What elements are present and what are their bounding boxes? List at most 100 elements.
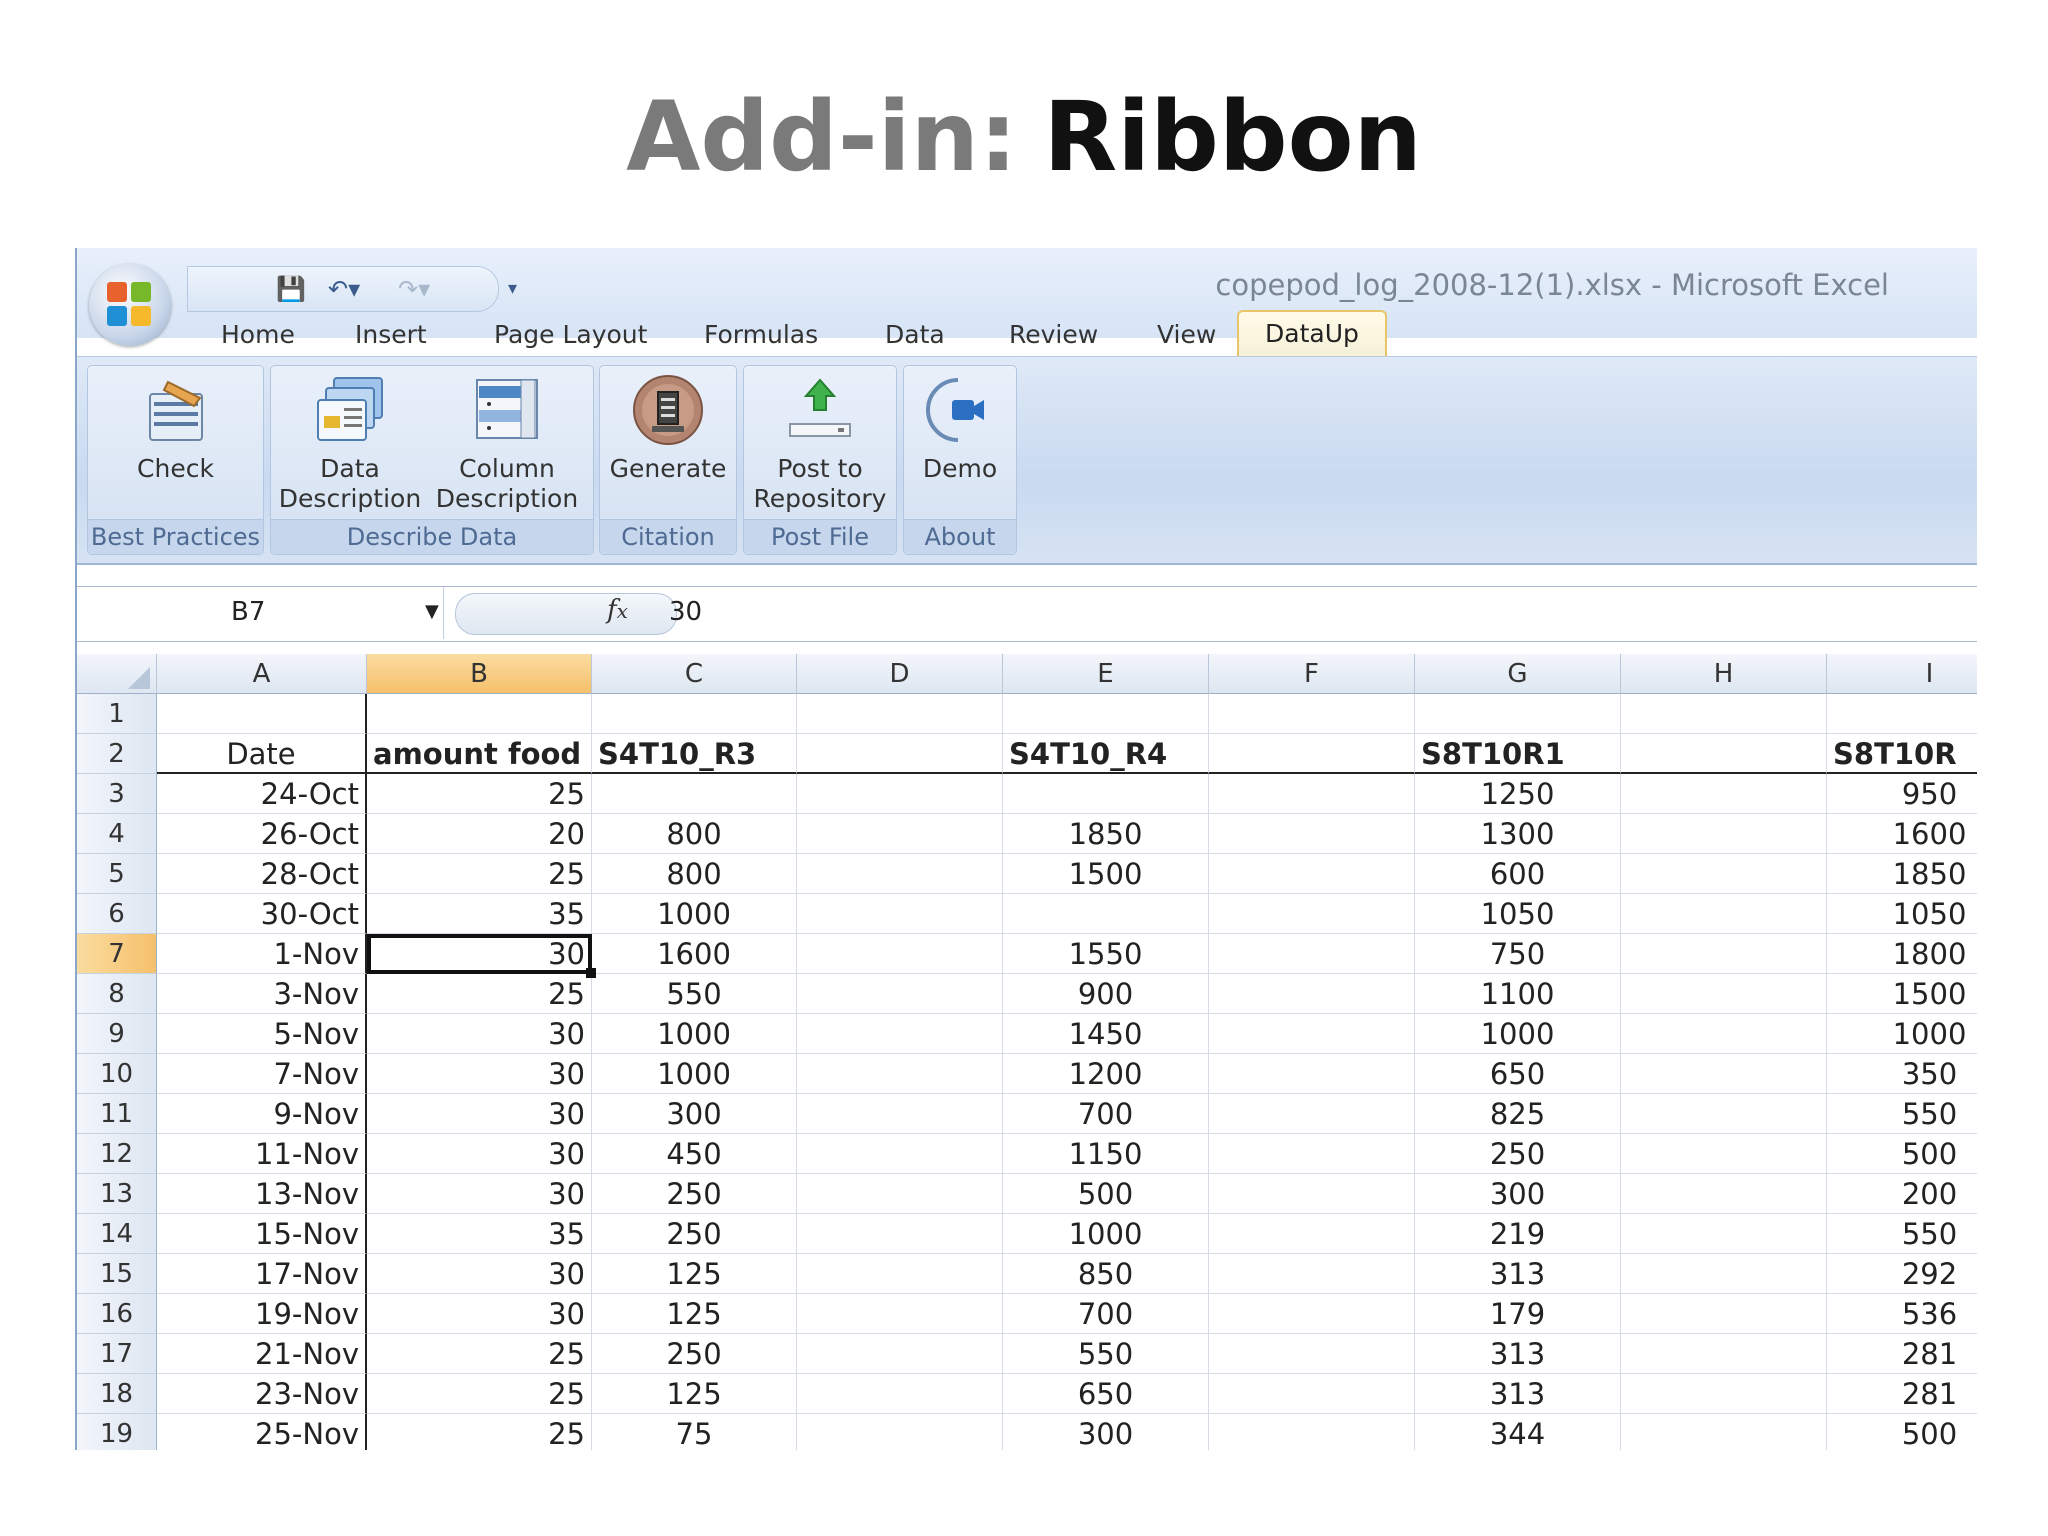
cell-h12[interactable] bbox=[1621, 1134, 1827, 1174]
cell-b15[interactable]: 30 bbox=[367, 1254, 592, 1294]
demo-button[interactable]: Demo bbox=[904, 372, 1016, 484]
cell-g13[interactable]: 300 bbox=[1415, 1174, 1621, 1214]
cell-c9[interactable]: 1000 bbox=[592, 1014, 797, 1054]
data-description-button[interactable]: Data Description bbox=[275, 372, 425, 514]
row-header-12[interactable]: 12 bbox=[77, 1134, 157, 1174]
cell-a15[interactable]: 17-Nov bbox=[157, 1254, 367, 1294]
tab-home[interactable]: Home bbox=[221, 320, 295, 349]
cell-h3[interactable] bbox=[1621, 774, 1827, 814]
column-header-g[interactable]: G bbox=[1415, 654, 1621, 694]
cell-d11[interactable] bbox=[797, 1094, 1003, 1134]
row-header-14[interactable]: 14 bbox=[77, 1214, 157, 1254]
cell-h16[interactable] bbox=[1621, 1294, 1827, 1334]
cell-a1[interactable] bbox=[157, 694, 367, 734]
cell-e12[interactable]: 1150 bbox=[1003, 1134, 1209, 1174]
cell-d19[interactable] bbox=[797, 1414, 1003, 1450]
cell-f9[interactable] bbox=[1209, 1014, 1415, 1054]
cell-e18[interactable]: 650 bbox=[1003, 1374, 1209, 1414]
cell-c15[interactable]: 125 bbox=[592, 1254, 797, 1294]
cell-b19[interactable]: 25 bbox=[367, 1414, 592, 1450]
cell-h7[interactable] bbox=[1621, 934, 1827, 974]
cell-a13[interactable]: 13-Nov bbox=[157, 1174, 367, 1214]
tab-data[interactable]: Data bbox=[885, 320, 945, 349]
column-description-button[interactable]: Column Description bbox=[425, 372, 589, 514]
cell-i16[interactable]: 536 bbox=[1827, 1294, 1977, 1334]
cell-f15[interactable] bbox=[1209, 1254, 1415, 1294]
row-header-5[interactable]: 5 bbox=[77, 854, 157, 894]
cell-a4[interactable]: 26-Oct bbox=[157, 814, 367, 854]
cell-c14[interactable]: 250 bbox=[592, 1214, 797, 1254]
cell-f5[interactable] bbox=[1209, 854, 1415, 894]
cell-b2[interactable]: amount food bbox=[367, 734, 592, 774]
tab-formulas[interactable]: Formulas bbox=[704, 320, 818, 349]
cell-a16[interactable]: 19-Nov bbox=[157, 1294, 367, 1334]
column-header-i[interactable]: I bbox=[1827, 654, 1977, 694]
cell-d1[interactable] bbox=[797, 694, 1003, 734]
cell-f6[interactable] bbox=[1209, 894, 1415, 934]
row-header-10[interactable]: 10 bbox=[77, 1054, 157, 1094]
row-header-8[interactable]: 8 bbox=[77, 974, 157, 1014]
row-header-3[interactable]: 3 bbox=[77, 774, 157, 814]
cell-a7[interactable]: 1-Nov bbox=[157, 934, 367, 974]
cell-h15[interactable] bbox=[1621, 1254, 1827, 1294]
cell-i19[interactable]: 500 bbox=[1827, 1414, 1977, 1450]
cell-e13[interactable]: 500 bbox=[1003, 1174, 1209, 1214]
cell-i6[interactable]: 1050 bbox=[1827, 894, 1977, 934]
row-header-4[interactable]: 4 bbox=[77, 814, 157, 854]
cell-c2[interactable]: S4T10_R3 bbox=[592, 734, 797, 774]
cell-h5[interactable] bbox=[1621, 854, 1827, 894]
row-header-2[interactable]: 2 bbox=[77, 734, 157, 774]
cell-e8[interactable]: 900 bbox=[1003, 974, 1209, 1014]
cell-i11[interactable]: 550 bbox=[1827, 1094, 1977, 1134]
cell-g15[interactable]: 313 bbox=[1415, 1254, 1621, 1294]
cell-d14[interactable] bbox=[797, 1214, 1003, 1254]
cell-f3[interactable] bbox=[1209, 774, 1415, 814]
cell-a12[interactable]: 11-Nov bbox=[157, 1134, 367, 1174]
cell-g1[interactable] bbox=[1415, 694, 1621, 734]
cell-c1[interactable] bbox=[592, 694, 797, 734]
cell-f19[interactable] bbox=[1209, 1414, 1415, 1450]
cell-c10[interactable]: 1000 bbox=[592, 1054, 797, 1094]
cell-h13[interactable] bbox=[1621, 1174, 1827, 1214]
cell-d15[interactable] bbox=[797, 1254, 1003, 1294]
cell-b1[interactable] bbox=[367, 694, 592, 734]
row-header-18[interactable]: 18 bbox=[77, 1374, 157, 1414]
cell-i4[interactable]: 1600 bbox=[1827, 814, 1977, 854]
formula-input[interactable]: 30 bbox=[669, 597, 702, 627]
cell-b9[interactable]: 30 bbox=[367, 1014, 592, 1054]
cell-b4[interactable]: 20 bbox=[367, 814, 592, 854]
cell-f2[interactable] bbox=[1209, 734, 1415, 774]
cell-i3[interactable]: 950 bbox=[1827, 774, 1977, 814]
cell-c18[interactable]: 125 bbox=[592, 1374, 797, 1414]
cell-e7[interactable]: 1550 bbox=[1003, 934, 1209, 974]
cell-b12[interactable]: 30 bbox=[367, 1134, 592, 1174]
check-button[interactable]: Check bbox=[88, 372, 263, 484]
cell-i10[interactable]: 350 bbox=[1827, 1054, 1977, 1094]
cell-e15[interactable]: 850 bbox=[1003, 1254, 1209, 1294]
cell-d6[interactable] bbox=[797, 894, 1003, 934]
cell-g12[interactable]: 250 bbox=[1415, 1134, 1621, 1174]
cell-h2[interactable] bbox=[1621, 734, 1827, 774]
cell-d9[interactable] bbox=[797, 1014, 1003, 1054]
cell-c13[interactable]: 250 bbox=[592, 1174, 797, 1214]
cell-f13[interactable] bbox=[1209, 1174, 1415, 1214]
cell-h17[interactable] bbox=[1621, 1334, 1827, 1374]
cell-a8[interactable]: 3-Nov bbox=[157, 974, 367, 1014]
cell-e1[interactable] bbox=[1003, 694, 1209, 734]
cell-h19[interactable] bbox=[1621, 1414, 1827, 1450]
cell-a2[interactable]: Date bbox=[157, 734, 367, 774]
cell-g18[interactable]: 313 bbox=[1415, 1374, 1621, 1414]
cell-i14[interactable]: 550 bbox=[1827, 1214, 1977, 1254]
cell-e6[interactable] bbox=[1003, 894, 1209, 934]
cell-e4[interactable]: 1850 bbox=[1003, 814, 1209, 854]
cell-f4[interactable] bbox=[1209, 814, 1415, 854]
cell-f17[interactable] bbox=[1209, 1334, 1415, 1374]
cell-g4[interactable]: 1300 bbox=[1415, 814, 1621, 854]
cell-i2[interactable]: S8T10R bbox=[1827, 734, 1977, 774]
undo-icon[interactable]: ↶▾ bbox=[328, 275, 360, 303]
cell-g14[interactable]: 219 bbox=[1415, 1214, 1621, 1254]
cell-c3[interactable] bbox=[592, 774, 797, 814]
cell-i15[interactable]: 292 bbox=[1827, 1254, 1977, 1294]
cell-c16[interactable]: 125 bbox=[592, 1294, 797, 1334]
cell-g17[interactable]: 313 bbox=[1415, 1334, 1621, 1374]
